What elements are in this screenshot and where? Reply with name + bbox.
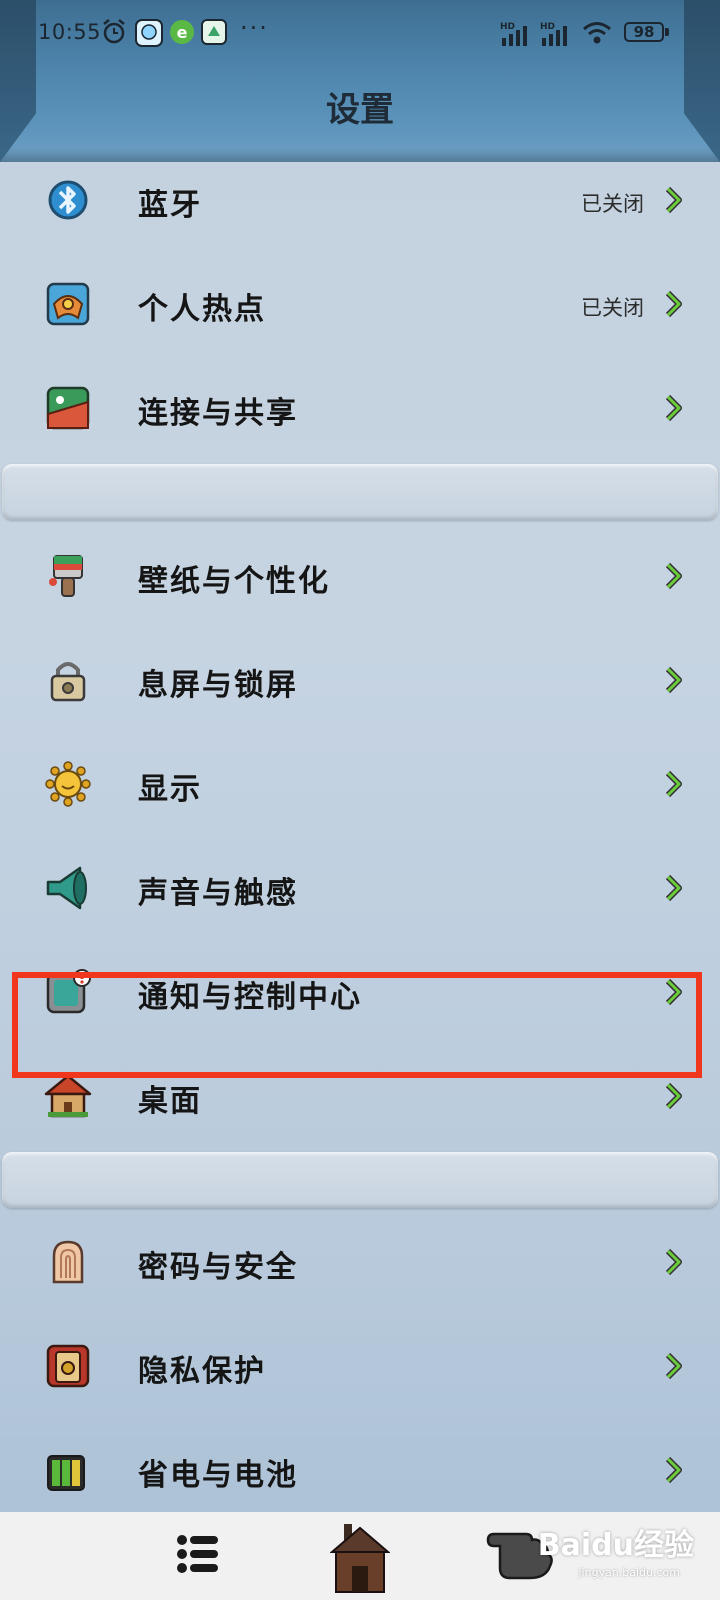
alarm-icon	[103, 19, 125, 44]
chevron-right-icon	[665, 666, 682, 694]
list-menu-icon[interactable]	[176, 1532, 220, 1576]
chevron-right-icon	[665, 770, 682, 798]
settings-row-label: 连接与共享	[138, 396, 298, 431]
battery-indicator: 98	[624, 22, 664, 42]
settings-row-label: 密码与安全	[138, 1250, 298, 1285]
settings-row-status: 已关闭	[581, 296, 644, 320]
chevron-right-icon	[665, 874, 682, 902]
settings-row-sound[interactable]: 声音与触感	[0, 836, 720, 940]
status-time: 10:55	[38, 20, 102, 44]
house-icon	[44, 1074, 92, 1118]
wifi-icon	[583, 22, 611, 44]
chevron-right-icon	[665, 1456, 682, 1484]
signal-icon: HD	[540, 22, 567, 46]
settings-row-label: 桌面	[138, 1084, 202, 1119]
settings-row-battery[interactable]: 省电与电池	[0, 1418, 720, 1522]
battery-tip	[665, 28, 669, 36]
hotspot-icon	[46, 282, 90, 326]
settings-row-status: 已关闭	[581, 192, 644, 216]
more-notifications-indicator: ···	[240, 14, 269, 42]
e-app-icon: e	[170, 20, 194, 44]
settings-row-label: 个人热点	[138, 292, 266, 327]
svg-text:e: e	[177, 23, 188, 42]
bluetooth-icon	[48, 180, 88, 220]
chevron-right-icon	[665, 1352, 682, 1380]
settings-row-label: 蓝牙	[138, 188, 202, 223]
settings-row-label: 声音与触感	[138, 876, 298, 911]
battery-icon	[47, 1455, 85, 1491]
padlock-icon	[50, 662, 86, 702]
chevron-right-icon	[665, 290, 682, 318]
settings-row-label: 显示	[138, 772, 202, 807]
home-hut-icon[interactable]	[330, 1520, 390, 1596]
chevron-right-icon	[665, 186, 682, 214]
chevron-right-icon	[665, 562, 682, 590]
section-divider	[2, 1152, 718, 1208]
speaker-icon	[46, 866, 87, 910]
settings-row-label: 息屏与锁屏	[138, 668, 298, 703]
settings-row-display[interactable]: 显示	[0, 732, 720, 836]
settings-row-label: 隐私保护	[138, 1354, 266, 1389]
watermark-brand: Baidu经验	[537, 1528, 694, 1563]
settings-row-bluetooth[interactable]: 蓝牙 已关闭	[0, 148, 720, 252]
signal-hd-label: HD	[540, 22, 555, 32]
watermark-url: jingyan.baidu.com	[578, 1566, 680, 1579]
signal-hd-label: HD	[500, 22, 515, 32]
chevron-right-icon	[665, 1082, 682, 1110]
settings-row-hotspot[interactable]: 个人热点 已关闭	[0, 252, 720, 356]
highlight-box	[12, 972, 702, 1078]
chevron-right-icon	[665, 394, 682, 422]
settings-row-connection-share[interactable]: 连接与共享	[0, 356, 720, 460]
app-notification-icon	[201, 19, 227, 45]
settings-row-wallpaper[interactable]: 壁纸与个性化	[0, 524, 720, 628]
connection-share-icon	[46, 386, 90, 430]
header: 10:55 e ··· HD HD 98 设置	[0, 0, 720, 162]
signal-icon: HD	[500, 22, 527, 46]
settings-row-lock-screen[interactable]: 息屏与锁屏	[0, 628, 720, 732]
paintbrush-icon	[49, 555, 83, 597]
settings-row-privacy[interactable]: 隐私保护	[0, 1314, 720, 1418]
status-bar: 10:55 e ··· HD HD 98	[0, 14, 720, 54]
page-title: 设置	[326, 90, 394, 130]
settings-row-label: 省电与电池	[138, 1458, 298, 1493]
section-divider	[2, 464, 718, 520]
settings-row-label: 壁纸与个性化	[138, 564, 330, 599]
privacy-lock-icon	[46, 1344, 90, 1388]
chat-app-icon	[135, 19, 163, 47]
chevron-right-icon	[665, 1248, 682, 1276]
fingerprint-icon	[52, 1240, 84, 1284]
sun-icon	[45, 761, 91, 807]
battery-level: 98	[633, 23, 655, 41]
settings-row-password-security[interactable]: 密码与安全	[0, 1210, 720, 1314]
